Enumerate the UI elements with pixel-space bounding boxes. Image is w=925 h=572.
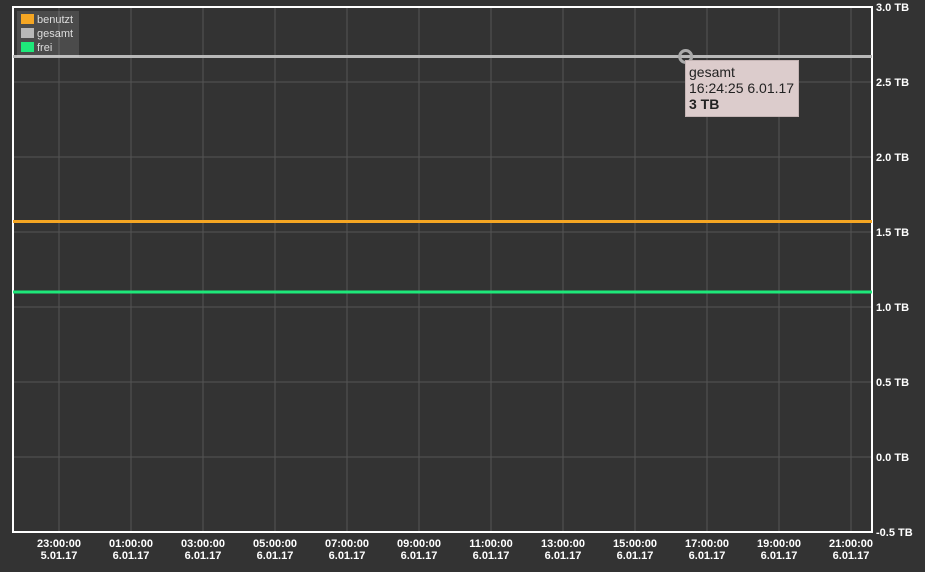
y-tick-label: 3.0 TB (876, 2, 909, 14)
legend-swatch-benutzt (21, 14, 34, 24)
x-tick-time: 07:00:00 (325, 538, 369, 550)
legend: benutzt gesamt frei (17, 11, 79, 57)
x-tick-time: 13:00:00 (541, 538, 585, 550)
x-tick-time: 19:00:00 (757, 538, 801, 550)
x-tick-date: 6.01.17 (473, 550, 510, 562)
x-tick-date: 6.01.17 (833, 550, 870, 562)
y-tick-label: 0.5 TB (876, 377, 909, 389)
x-tick-date: 5.01.17 (41, 550, 78, 562)
x-tick-date: 6.01.17 (617, 550, 654, 562)
tooltip-value: 3 TB (689, 96, 720, 112)
x-tick-time: 01:00:00 (109, 538, 153, 550)
y-tick-label: 2.5 TB (876, 77, 909, 89)
x-tick-date: 6.01.17 (689, 550, 726, 562)
x-tick-time: 17:00:00 (685, 538, 729, 550)
tooltip-series: gesamt (689, 64, 735, 80)
y-tick-label: -0.5 TB (876, 527, 913, 539)
x-tick-time: 21:00:00 (829, 538, 873, 550)
x-tick-date: 6.01.17 (257, 550, 294, 562)
x-tick-time: 09:00:00 (397, 538, 441, 550)
x-tick-date: 6.01.17 (185, 550, 222, 562)
x-tick-date: 6.01.17 (545, 550, 582, 562)
x-tick-time: 11:00:00 (469, 538, 512, 550)
y-tick-label: 2.0 TB (876, 152, 909, 164)
x-tick-time: 05:00:00 (253, 538, 297, 550)
x-axis-ticks: 23:00:005.01.1701:00:006.01.1703:00:006.… (37, 538, 873, 562)
y-tick-label: 1.5 TB (876, 227, 909, 239)
legend-swatch-gesamt (21, 28, 34, 38)
x-tick-time: 03:00:00 (181, 538, 225, 550)
x-tick-date: 6.01.17 (761, 550, 798, 562)
x-tick-date: 6.01.17 (113, 550, 150, 562)
tooltip: gesamt 16:24:25 6.01.17 3 TB (685, 60, 799, 117)
y-axis-ticks: 3.0 TB 2.5 TB 2.0 TB 1.5 TB 1.0 TB 0.5 TB 0.0 … (876, 2, 913, 539)
tooltip-timestamp: 16:24:25 6.01.17 (689, 80, 795, 96)
legend-label-gesamt: gesamt (37, 28, 73, 40)
legend-swatch-frei (21, 42, 34, 52)
y-tick-label: 0.0 TB (876, 452, 909, 464)
storage-chart: 3.0 TB 2.5 TB 2.0 TB 1.5 TB 1.0 TB 0.5 TB 0.0 … (0, 0, 925, 567)
x-tick-date: 6.01.17 (401, 550, 438, 562)
legend-label-benutzt: benutzt (37, 14, 73, 26)
x-tick-date: 6.01.17 (329, 550, 366, 562)
y-tick-label: 1.0 TB (876, 302, 909, 314)
legend-label-frei: frei (37, 42, 52, 54)
x-tick-time: 15:00:00 (613, 538, 657, 550)
x-tick-time: 23:00:00 (37, 538, 81, 550)
